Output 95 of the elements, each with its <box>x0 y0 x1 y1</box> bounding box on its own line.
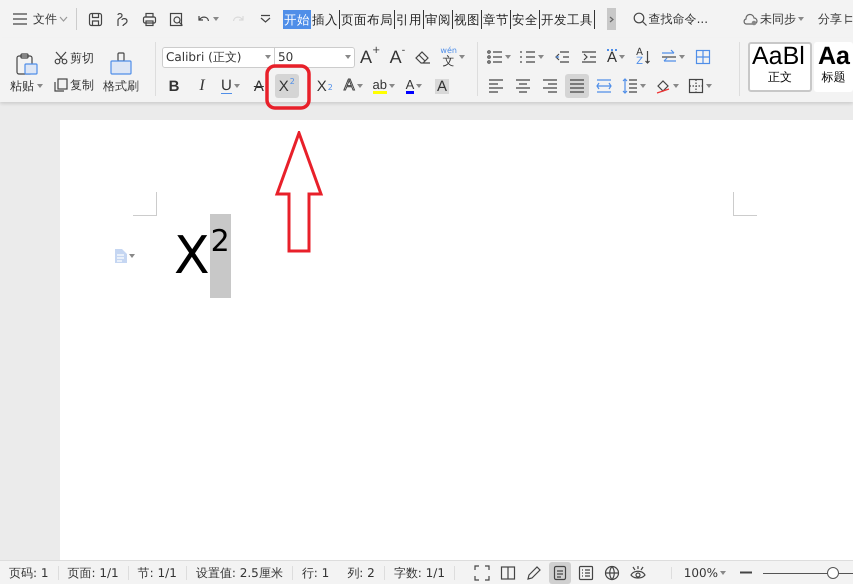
down-arrow-icon <box>644 50 650 64</box>
copy-icon <box>54 78 68 92</box>
status-text: 页面: 1/1 <box>58 566 129 580</box>
character-shading-button[interactable]: A <box>430 74 454 98</box>
status-text: 页码: 1 <box>0 566 58 580</box>
page-icon <box>552 564 568 580</box>
line-spacing-icon <box>622 78 638 94</box>
copy-button[interactable]: 复制 <box>51 74 97 96</box>
zoom-level-button[interactable]: 100% <box>670 566 729 578</box>
cut-button[interactable]: 剪切 <box>51 47 97 68</box>
minus-icon <box>740 571 752 574</box>
ribbon-tab[interactable]: 视图 <box>452 10 482 28</box>
caret-icon <box>798 17 804 21</box>
zoom-slider[interactable] <box>763 566 853 580</box>
numbered-list-icon <box>520 49 536 65</box>
ribbon-tab[interactable]: 页面布局 <box>340 10 395 28</box>
scissors-icon <box>54 50 68 65</box>
pencil-icon <box>526 564 542 580</box>
pinyin-button[interactable]: wén 文 <box>437 45 468 69</box>
margin-corner-mark <box>733 192 757 216</box>
paragraph-menu-button[interactable] <box>112 248 136 264</box>
outdent-icon <box>554 49 570 65</box>
paintbrush-icon <box>109 52 133 76</box>
outline-icon <box>578 564 594 580</box>
caret-icon <box>37 84 43 88</box>
format-icon <box>114 12 130 26</box>
chevron-down-icon <box>59 16 68 22</box>
font-name-field[interactable]: Calibri (正文) <box>162 46 275 68</box>
ribbon-tab[interactable]: 安全 <box>510 10 540 28</box>
ribbon-tab[interactable]: 引用 <box>394 10 424 28</box>
align-center-icon <box>515 78 531 94</box>
caret-icon <box>128 254 134 258</box>
command-search[interactable]: 查找命令... <box>630 12 712 26</box>
caret-icon <box>345 55 351 59</box>
table-icon <box>695 49 712 65</box>
print-icon <box>142 12 157 26</box>
globe-icon <box>604 564 620 580</box>
status-text: 字数: 1/1 <box>384 566 455 580</box>
status-text: 列: 2 <box>338 566 385 580</box>
collapse-icon <box>845 12 853 26</box>
bullet-list-icon <box>487 49 503 65</box>
chevron-right-icon <box>608 16 614 22</box>
ribbon-tab[interactable]: 审阅 <box>424 10 453 28</box>
print-preview-icon <box>168 12 184 26</box>
share-button[interactable]: 分享 <box>815 13 846 25</box>
style-preset[interactable]: AaBl 正文 <box>748 42 812 92</box>
justify-button[interactable] <box>565 74 589 98</box>
text-effect-button[interactable]: A <box>340 74 366 98</box>
align-right-icon <box>542 78 558 94</box>
italic-button[interactable]: I <box>190 74 214 98</box>
document-icon <box>114 249 126 263</box>
caret-icon <box>265 55 271 59</box>
status-text: 设置值: 2.5厘米 <box>186 566 293 580</box>
status-text: 行: 1 <box>300 566 330 580</box>
eraser-icon <box>415 50 432 64</box>
scroll-tabs-button[interactable] <box>606 8 616 30</box>
save-icon <box>88 12 103 26</box>
ribbon-tab[interactable]: 章节 <box>482 10 511 28</box>
paint-bucket-icon <box>655 78 671 94</box>
strikethrough-button[interactable]: A <box>246 74 271 98</box>
style-preset[interactable]: Aa 标题 <box>814 42 853 92</box>
cloud-icon <box>742 12 758 26</box>
font-size-field[interactable]: 50 <box>275 46 355 68</box>
page-view-button[interactable] <box>548 562 571 584</box>
grow-font-button[interactable]: A$^{+}$ <box>357 45 384 69</box>
format-painter-button[interactable]: 格式刷 <box>101 45 141 99</box>
fullscreen-icon <box>474 564 490 580</box>
eye-icon <box>630 564 646 580</box>
margin-corner-mark <box>133 192 157 216</box>
paste-button[interactable]: 粘贴 <box>8 45 45 99</box>
search-icon <box>632 12 647 26</box>
indent-icon <box>581 49 597 65</box>
direction-button[interactable]: A <box>604 45 628 69</box>
menu-icon <box>13 13 27 25</box>
status-text: 节: 1/1 <box>128 566 187 580</box>
caret-icon <box>720 570 726 574</box>
font-color-button[interactable]: A <box>402 74 426 98</box>
highlight-button[interactable]: ab <box>370 74 398 98</box>
borders-icon <box>688 78 704 94</box>
underline-button[interactable]: U <box>218 74 243 98</box>
zoom-out-button[interactable] <box>737 571 755 574</box>
sort-button[interactable]: A Z <box>631 45 656 69</box>
file-menu-button[interactable]: 文件 <box>10 13 71 25</box>
ribbon-tab[interactable]: 开发工具 <box>540 10 595 28</box>
shrink-font-button[interactable]: A$^{-}$ <box>385 45 410 69</box>
slider-thumb[interactable] <box>827 566 840 578</box>
bold-button[interactable]: B <box>162 74 186 98</box>
book-icon <box>500 564 516 580</box>
justify-icon <box>569 78 585 94</box>
distribute-icon <box>596 78 612 94</box>
clipboard-icon <box>14 52 38 76</box>
ribbon-tab[interactable]: 插入 <box>310 10 340 28</box>
align-left-icon <box>488 78 504 94</box>
sync-button[interactable]: 未同步 <box>739 12 808 26</box>
superscript-button[interactable]: X$^{2}$ <box>274 74 299 98</box>
